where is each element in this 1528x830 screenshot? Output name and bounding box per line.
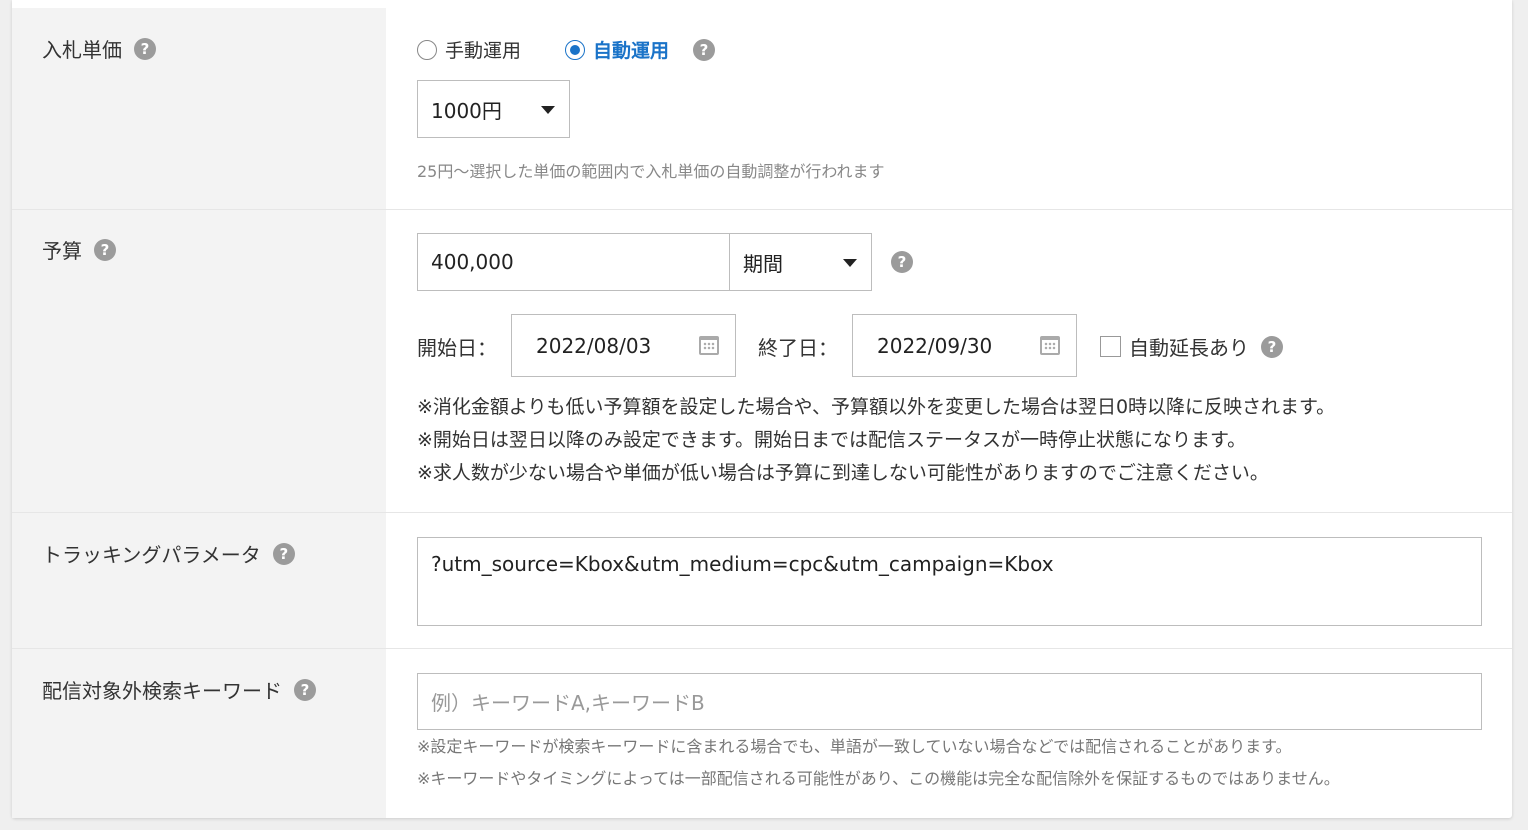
help-icon[interactable]: ? <box>891 251 913 273</box>
exclude-keywords-label-text: 配信対象外検索キーワード <box>42 679 282 703</box>
bid-mode-radio-group: 手動運用 自動運用 ? <box>417 36 716 63</box>
tracking-label: トラッキングパラメータ ? <box>42 539 295 568</box>
budget-amount-value: 400,000 <box>431 250 514 274</box>
settings-card: 入札単価 ? 手動運用 自動運用 ? 1000円 25円～選択した単価の範囲内で… <box>12 0 1512 818</box>
budget-note-3: ※求人数が少ない場合や単価が低い場合は予算に到達しない可能性がありますのでご注意… <box>417 462 1269 484</box>
budget-notes: ※消化金額よりも低い予算額を設定した場合や、予算額以外を変更した場合は翌日0時以… <box>417 391 1335 490</box>
end-date-value: 2022/09/30 <box>877 333 993 358</box>
exclude-note-2: ※キーワードやタイミングによっては一部配信される可能性があり、この機能は完全な配… <box>417 769 1340 788</box>
exclude-keywords-row: 配信対象外検索キーワード ? 例）キーワードA,キーワードB ※設定キーワードが… <box>12 648 1512 818</box>
bid-amount-value: 1000円 <box>431 98 502 123</box>
radio-manual[interactable]: 手動運用 <box>417 36 521 63</box>
bid-hint: 25円～選択した単価の範囲内で入札単価の自動調整が行われます <box>417 162 885 181</box>
start-date-value: 2022/08/03 <box>536 333 652 358</box>
help-icon[interactable]: ? <box>272 542 295 565</box>
start-date-label: 開始日： <box>417 336 497 360</box>
bid-label-text: 入札単価 <box>42 38 122 62</box>
budget-note-1: ※消化金額よりも低い予算額を設定した場合や、予算額以外を変更した場合は翌日0時以… <box>417 396 1336 418</box>
help-icon[interactable]: ? <box>134 37 156 60</box>
budget-note-2: ※開始日は翌日以降のみ設定できます。開始日までは配信ステータスが一時停止状態にな… <box>417 429 1247 451</box>
budget-row: 予算 ? 400,000 期間 ? 開始日： 2022/08/03 終了日： 2… <box>12 209 1512 512</box>
budget-period-select[interactable]: 期間 <box>729 233 872 291</box>
budget-label: 予算 ? <box>42 235 116 264</box>
auto-extend-checkbox[interactable]: 自動延長あり ? <box>1100 332 1283 361</box>
tracking-label-cell <box>12 513 386 648</box>
start-date-input[interactable]: 2022/08/03 <box>511 314 736 377</box>
tracking-textarea[interactable]: ?utm_source=Kbox&utm_medium=cpc&utm_camp… <box>417 537 1482 626</box>
exclude-keywords-label: 配信対象外検索キーワード ? <box>42 675 316 704</box>
chevron-down-icon <box>541 106 555 114</box>
tracking-row: トラッキングパラメータ ? ?utm_source=Kbox&utm_mediu… <box>12 512 1512 648</box>
help-icon[interactable]: ? <box>294 678 316 701</box>
exclude-keywords-input[interactable]: 例）キーワードA,キーワードB <box>417 673 1482 730</box>
end-date-input[interactable]: 2022/09/30 <box>852 314 1077 377</box>
bid-amount-select[interactable]: 1000円 <box>417 80 570 138</box>
exclude-note-1: ※設定キーワードが検索キーワードに含まれる場合でも、単語が一致していない場合など… <box>417 737 1292 756</box>
help-icon[interactable]: ? <box>94 238 116 261</box>
budget-period-value: 期間 <box>743 251 783 276</box>
tracking-label-text: トラッキングパラメータ <box>42 543 261 567</box>
end-date-label: 終了日： <box>758 336 838 360</box>
budget-label-text: 予算 <box>42 239 82 263</box>
bid-label: 入札単価 ? <box>42 34 156 63</box>
help-icon[interactable]: ? <box>1261 335 1283 358</box>
auto-extend-label: 自動延長あり <box>1129 336 1249 360</box>
tracking-value: ?utm_source=Kbox&utm_medium=cpc&utm_camp… <box>431 552 1054 576</box>
exclude-keywords-placeholder: 例）キーワードA,キーワードB <box>431 691 705 715</box>
exclude-keywords-notes: ※設定キーワードが検索キーワードに含まれる場合でも、単語が一致していない場合など… <box>417 731 1340 795</box>
auto-extend-box[interactable] <box>1100 336 1121 357</box>
budget-amount-input[interactable]: 400,000 <box>417 233 730 291</box>
radio-auto[interactable]: 自動運用 <box>565 36 669 63</box>
chevron-down-icon <box>843 259 857 267</box>
radio-auto-circle[interactable] <box>565 39 586 60</box>
calendar-icon[interactable] <box>1040 336 1060 355</box>
calendar-icon[interactable] <box>699 336 719 355</box>
radio-auto-label: 自動運用 <box>593 40 670 62</box>
radio-manual-circle[interactable] <box>417 39 437 60</box>
help-icon[interactable]: ? <box>693 38 716 61</box>
bid-row: 入札単価 ? 手動運用 自動運用 ? 1000円 25円～選択した単価の範囲内で… <box>12 8 1512 209</box>
radio-manual-label: 手動運用 <box>445 40 522 62</box>
